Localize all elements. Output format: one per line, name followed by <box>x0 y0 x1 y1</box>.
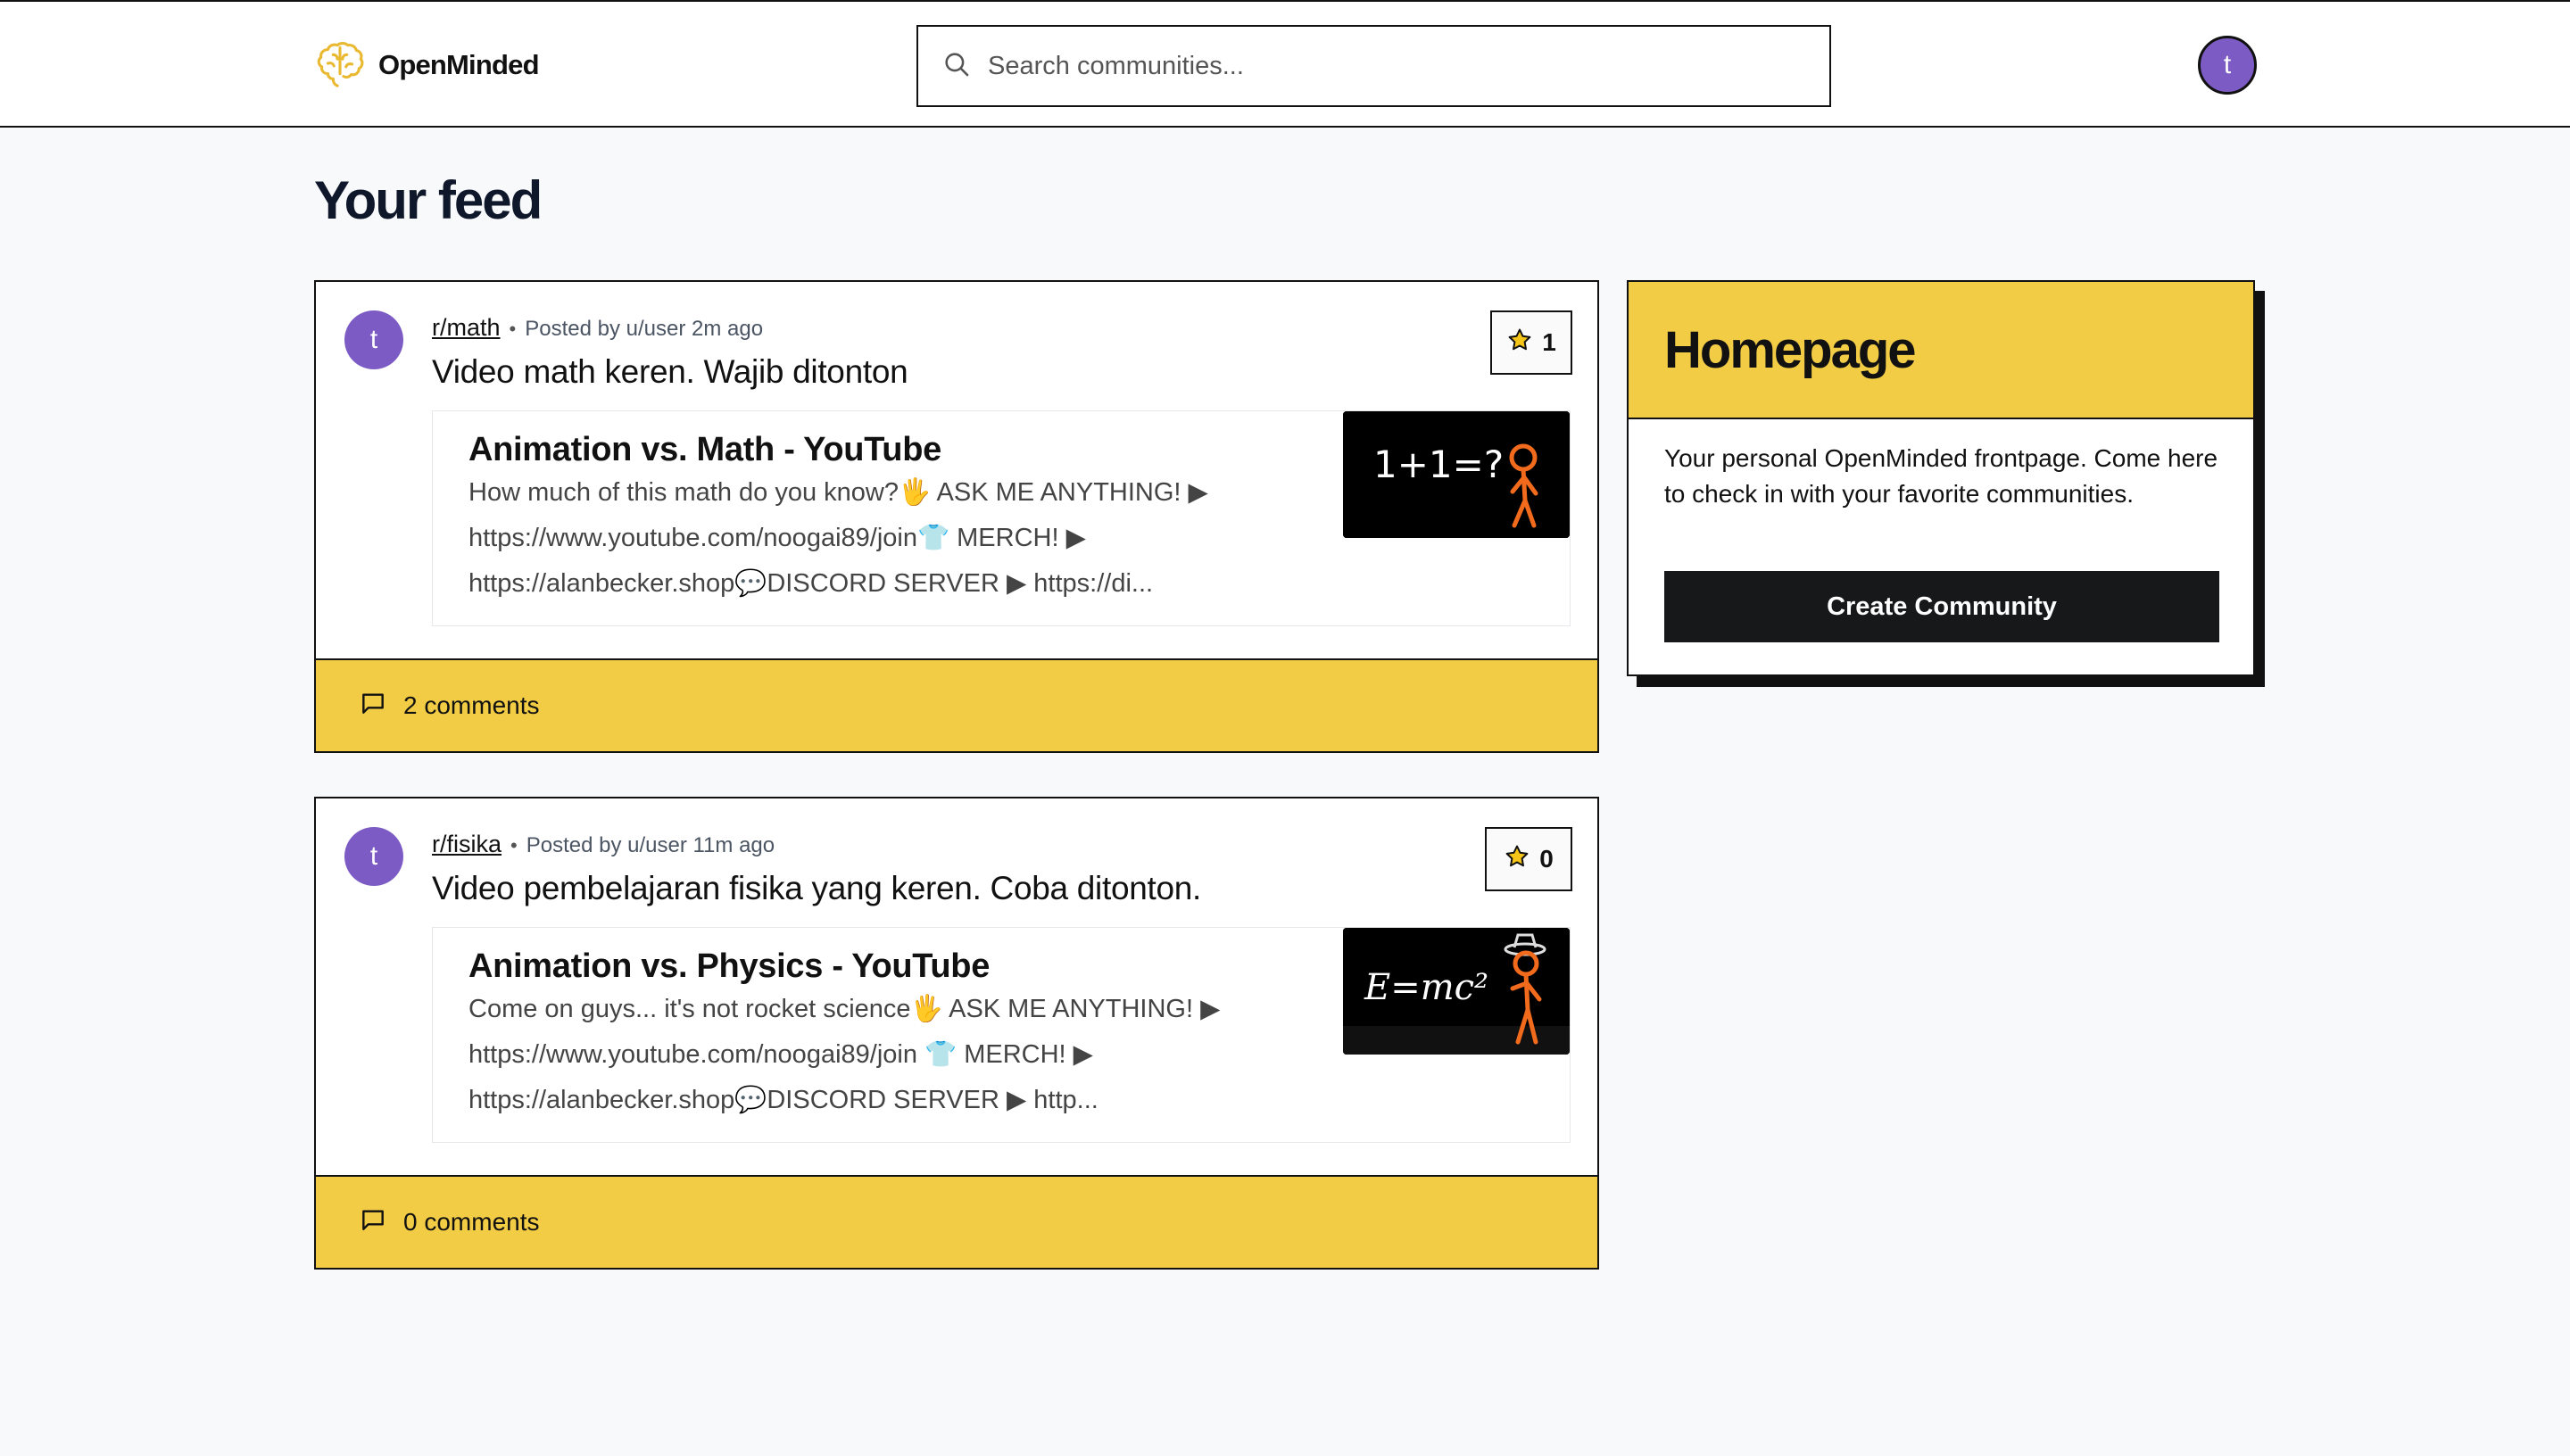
meta-separator: • <box>509 318 517 340</box>
search-box[interactable] <box>916 25 1831 107</box>
post-title[interactable]: Video math keren. Wajib ditonton <box>432 353 908 391</box>
comments-count: 0 comments <box>403 1208 540 1236</box>
thumbnail-caption: 1+1=? <box>1373 443 1504 486</box>
vote-count: 1 <box>1542 328 1556 356</box>
brand-name: OpenMinded <box>378 49 540 80</box>
comment-icon <box>359 1205 387 1240</box>
subreddit-link[interactable]: r/math <box>432 314 501 342</box>
brain-icon <box>314 37 366 94</box>
star-icon <box>1504 843 1530 876</box>
top-navbar: OpenMinded t <box>0 0 2570 128</box>
post-body: t r/math • Posted by u/user 2m ago Video… <box>316 282 1597 658</box>
feed-post[interactable]: t r/math • Posted by u/user 2m ago Video… <box>314 280 1599 753</box>
embed-description: Come on guys... it's not rocket science🖐… <box>468 995 1221 1114</box>
post-body: t r/fisika • Posted by u/user 11m ago Vi… <box>316 798 1597 1175</box>
homepage-sidebar-card: Homepage Your personal OpenMinded frontp… <box>1627 280 2255 676</box>
search-input[interactable] <box>988 51 1791 81</box>
sidebar-header: Homepage <box>1629 282 2253 419</box>
comments-count: 2 comments <box>403 691 540 719</box>
sidebar-description: Your personal OpenMinded frontpage. Come… <box>1664 444 2218 508</box>
link-embed-card[interactable]: Animation vs. Physics - YouTube Come on … <box>432 927 1571 1143</box>
vote-button[interactable]: 0 <box>1485 827 1572 891</box>
user-avatar-button[interactable]: t <box>2198 36 2257 95</box>
create-community-button[interactable]: Create Community <box>1664 571 2219 642</box>
sidebar-title: Homepage <box>1664 320 1917 379</box>
post-title[interactable]: Video pembelajaran fisika yang keren. Co… <box>432 870 1201 907</box>
posted-by-text: Posted by u/user 2m ago <box>525 317 764 341</box>
video-thumbnail: 1+1=? <box>1343 411 1570 538</box>
link-embed-card[interactable]: Animation vs. Math - YouTube How much of… <box>432 410 1571 626</box>
search-icon <box>941 49 972 84</box>
posted-by-text: Posted by u/user 11m ago <box>526 833 775 857</box>
embed-description: How much of this math do you know?🖐 ASK … <box>468 478 1208 598</box>
vote-count: 0 <box>1539 845 1554 873</box>
comments-bar[interactable]: 2 comments <box>316 658 1597 751</box>
feed-post[interactable]: t r/fisika • Posted by u/user 11m ago Vi… <box>314 797 1599 1270</box>
brand-logo-link[interactable]: OpenMinded <box>314 37 540 94</box>
post-author-avatar: t <box>344 827 403 886</box>
subreddit-link[interactable]: r/fisika <box>432 831 502 858</box>
vote-button[interactable]: 1 <box>1490 310 1572 375</box>
video-thumbnail: E=mc² <box>1343 928 1570 1055</box>
thumbnail-caption: E=mc² <box>1364 967 1488 1008</box>
comments-bar[interactable]: 0 comments <box>316 1175 1597 1268</box>
embed-title: Animation vs. Math - YouTube <box>468 431 941 468</box>
post-meta: r/math • Posted by u/user 2m ago <box>432 314 763 342</box>
post-author-avatar: t <box>344 310 403 369</box>
page-title: Your feed <box>314 170 543 230</box>
post-meta: r/fisika • Posted by u/user 11m ago <box>432 831 775 858</box>
star-icon <box>1506 327 1533 360</box>
comment-icon <box>359 689 387 724</box>
embed-title: Animation vs. Physics - YouTube <box>468 947 991 985</box>
meta-separator: • <box>510 834 518 856</box>
